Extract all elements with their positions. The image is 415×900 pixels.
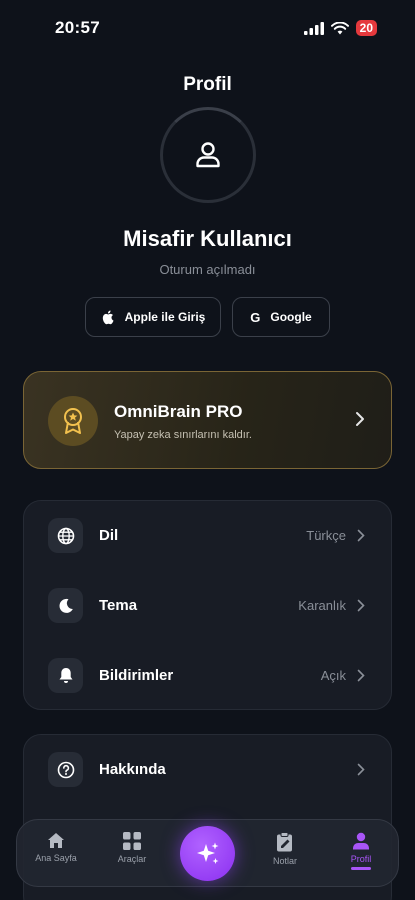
tab-tools[interactable]: Araçlar	[97, 832, 167, 864]
settings-row-label: Bildirimler	[99, 667, 174, 684]
apple-icon	[102, 310, 114, 325]
status-icons: 20	[303, 20, 377, 36]
pro-title: OmniBrain PRO	[114, 402, 243, 421]
battery-indicator: 20	[355, 20, 377, 36]
tab-home[interactable]: Ana Sayfa	[21, 832, 91, 863]
settings-row-label: Dil	[99, 527, 119, 544]
apple-login-label: Apple ile Giriş	[124, 310, 206, 324]
tab-label: Profil	[350, 854, 372, 864]
google-icon: G	[250, 309, 261, 325]
ai-assistant-button[interactable]	[180, 826, 235, 881]
chevron-right-icon	[357, 599, 365, 612]
person-icon	[353, 832, 369, 850]
tab-label: Notlar	[272, 856, 297, 866]
chevron-right-icon	[356, 412, 364, 426]
pro-upgrade-card[interactable]: OmniBrain PRO Yapay zeka sınırlarını kal…	[23, 371, 392, 469]
settings-row-value: Açık	[320, 668, 346, 683]
login-status: Oturum açılmadı	[159, 262, 256, 277]
user-name: Misafir Kullanıcı	[123, 226, 292, 251]
settings-row-value: Türkçe	[306, 528, 346, 543]
google-login-label: Google	[270, 310, 312, 324]
tab-notes[interactable]: Notlar	[250, 832, 320, 866]
status-time: 20:57	[55, 18, 100, 37]
tab-label: Araçlar	[117, 854, 147, 864]
settings-row-label: Tema	[99, 597, 138, 614]
settings-row-notifications[interactable]: Bildirimler Açık	[24, 658, 391, 698]
tab-label: Ana Sayfa	[35, 853, 77, 863]
signal-icon	[303, 21, 324, 35]
status-bar: 20:57 20	[0, 0, 415, 54]
grid-icon	[123, 832, 141, 850]
award-badge-icon	[48, 396, 98, 446]
bell-icon	[48, 658, 83, 693]
page-title: Profil	[183, 74, 232, 95]
help-circle-icon	[48, 752, 83, 787]
apple-login-button[interactable]: Apple ile Giriş	[85, 297, 221, 337]
home-icon	[48, 833, 64, 848]
globe-icon	[48, 518, 83, 553]
settings-row-value: Karanlık	[298, 598, 346, 613]
pro-subtitle: Yapay zeka sınırlarını kaldır.	[114, 429, 252, 441]
settings-row-language[interactable]: Dil Türkçe	[24, 518, 391, 558]
about-row[interactable]: Hakkında	[24, 752, 391, 792]
settings-card: Dil Türkçe Tema Karanlık Bildirimler Açı…	[23, 500, 392, 710]
settings-row-theme[interactable]: Tema Karanlık	[24, 588, 391, 628]
moon-icon	[48, 588, 83, 623]
avatar[interactable]	[160, 107, 256, 203]
notes-icon	[277, 832, 292, 852]
chevron-right-icon	[357, 669, 365, 682]
chevron-right-icon	[357, 763, 365, 776]
person-icon	[196, 142, 220, 168]
wifi-icon	[330, 21, 349, 34]
active-tab-indicator	[351, 867, 371, 870]
chevron-right-icon	[357, 529, 365, 542]
about-row-label: Hakkında	[99, 761, 166, 778]
google-login-button[interactable]: G Google	[232, 297, 330, 337]
sparkles-icon	[196, 842, 218, 864]
tab-profile[interactable]: Profil	[326, 832, 396, 870]
